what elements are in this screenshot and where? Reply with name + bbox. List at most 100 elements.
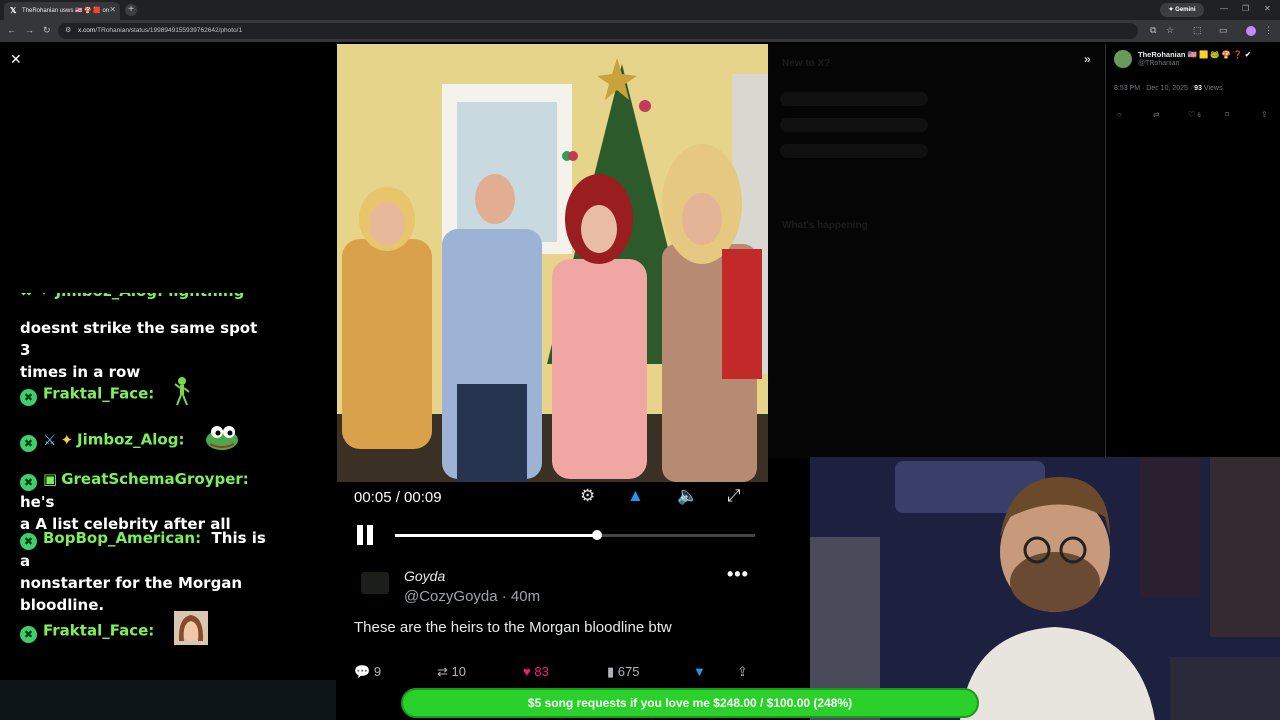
sword-badge-icon: ⚔ [43, 430, 57, 449]
url-host: x.com [78, 27, 96, 34]
post-time[interactable]: 8:53 PM · Dec 10, 2025 · [1114, 85, 1194, 92]
forward-icon[interactable]: → [25, 25, 34, 35]
repost-icon: ⇄ [437, 664, 448, 679]
repost-button[interactable]: ⇄ 10 [437, 664, 466, 680]
author-name[interactable]: TheRohanian 🇺🇸 🟨 🐸 🍄 ❓ ✔ [1138, 50, 1251, 59]
x-sidebar-dimmed: New to X? What's happening [768, 44, 1104, 459]
whats-happening-heading: What's happening [782, 220, 868, 231]
post-repost-icon[interactable]: ⇄ [1153, 110, 1160, 119]
chat-input-bar[interactable] [0, 680, 336, 720]
author-handle[interactable]: @TRohanian [1138, 60, 1179, 67]
post-views-count: 93 [1194, 85, 1202, 92]
chat-username: BopBop_American: [43, 529, 202, 547]
gift-badge-icon: ▣ [43, 470, 58, 488]
chat-message: ✖ BopBop_American: This is a nonstarter f… [20, 527, 270, 616]
close-photo-icon[interactable]: ✕ [10, 51, 22, 68]
chat-username: Fraktal_Face: [43, 384, 155, 403]
badge-icon: ✖ [20, 625, 37, 643]
reload-icon[interactable]: ↻ [43, 25, 51, 36]
post-details-pane: TheRohanian 🇺🇸 🟨 🐸 🍄 ❓ ✔ @TRohanian 8:53… [1105, 44, 1280, 459]
chat-message: ✖ Fraktal_Face: [20, 611, 270, 651]
signup-google-button[interactable] [780, 92, 928, 106]
menu-icon[interactable]: ⋮ [1264, 25, 1273, 36]
view-count: 675 [617, 664, 640, 679]
badge-icon: ✖ [20, 533, 37, 550]
cast-icon[interactable]: ⧉ [1150, 25, 1156, 36]
message-text: nonstarter for the Morgan [20, 574, 243, 592]
sidepanel-icon[interactable]: ▭ [1219, 25, 1228, 36]
chat-username: Jimboz_Alog: [77, 430, 185, 449]
badge-icon: ✖ [20, 434, 37, 452]
pepe-frog-emote [204, 424, 240, 456]
chart-icon: ▮ [607, 664, 615, 679]
tweet-display-name[interactable]: Goyda [404, 568, 445, 584]
badge-icon: ✖ [20, 474, 37, 491]
tab-close-icon[interactable]: ✕ [109, 5, 116, 14]
message-text: he's [20, 493, 55, 511]
signup-apple-button[interactable] [780, 118, 928, 132]
address-bar-row: ← → ↻ ⚙ x.com/TRohanian/status/199894915… [0, 20, 1280, 42]
extensions-icon[interactable]: ⬚ [1193, 25, 1202, 36]
site-info-icon[interactable]: ⚙ [65, 26, 71, 34]
new-tab-button[interactable]: + [125, 4, 137, 16]
streamer-webcam [810, 457, 1280, 720]
post-meta: 8:53 PM · Dec 10, 2025 · 93 Views [1114, 85, 1222, 92]
reply-icon: 💬 [354, 664, 371, 679]
post-like-count: 6 [1197, 113, 1201, 119]
face-emote [173, 611, 208, 651]
post-share-icon[interactable]: ⇪ [1261, 110, 1268, 119]
like-count: 83 [534, 664, 549, 679]
badge-icon: ✖ [20, 388, 37, 406]
video-progress-slider[interactable] [395, 530, 755, 540]
author-avatar[interactable] [1114, 50, 1132, 68]
new-to-x-heading: New to X? [782, 58, 831, 69]
cutoff-message: ✖ ✦ Jimboz_Alog: lightning [20, 293, 260, 302]
like-button[interactable]: ♥ 83 [523, 664, 549, 679]
tab-title: TheRohanian usws 🇺🇸 🍄 🟥 on [22, 8, 110, 14]
chat-username: Fraktal_Face: [43, 621, 155, 640]
post-views-label: Views [1201, 85, 1223, 92]
video-time: 00:05 / 00:09 [354, 489, 442, 506]
url-path: /TRohanian/status/1998949155939762642/ph… [95, 27, 243, 34]
browser-tab[interactable]: 𝕏 TheRohanian usws 🇺🇸 🍄 🟥 on ✕ [4, 2, 120, 20]
url-input[interactable]: ⚙ x.com/TRohanian/status/199894915593976… [58, 23, 1138, 39]
gemini-button[interactable]: ✦ Gemini [1160, 3, 1204, 17]
expand-sidebar-icon[interactable]: » [1084, 52, 1091, 66]
chat-username: GreatSchemaGroyper: [61, 470, 249, 488]
stream-chat: ✖ ✦ Jimboz_Alog: lightning doesnt strike… [0, 290, 336, 680]
tweet-photo[interactable] [337, 44, 768, 482]
tweet-avatar[interactable] [361, 572, 389, 594]
bookmark-star-icon[interactable]: ☆ [1166, 25, 1174, 36]
more-options-icon[interactable]: ••• [727, 564, 749, 585]
airplay-icon[interactable]: ▲ [627, 486, 644, 506]
share-icon[interactable]: ⇪ [737, 664, 748, 680]
views-button[interactable]: ▮ 675 [607, 664, 639, 680]
bookmark-icon[interactable]: ▼ [693, 664, 706, 679]
post-like-button[interactable]: ♡ 6 [1188, 110, 1201, 119]
post-reply-icon[interactable]: ○ [1117, 110, 1122, 119]
donation-goal-bar: $5 song requests if you love me $248.00 … [401, 688, 979, 718]
create-account-button[interactable] [780, 144, 928, 158]
minimize-icon[interactable]: — [1220, 4, 1228, 13]
repost-count: 10 [451, 664, 466, 679]
progress-knob[interactable] [591, 530, 602, 540]
back-icon[interactable]: ← [7, 25, 16, 35]
message-text: doesnt strike the same spot 3 [20, 319, 258, 359]
close-window-icon[interactable]: ✕ [1264, 4, 1271, 13]
x-logo-icon: 𝕏 [10, 6, 17, 15]
pause-button[interactable] [357, 525, 377, 550]
profile-avatar[interactable] [1246, 26, 1256, 36]
post-bookmark-icon[interactable]: ⌑ [1225, 110, 1229, 119]
tweet-handle[interactable]: @CozyGoyda · 40m [404, 588, 540, 605]
star-badge-icon: ✦ [60, 430, 74, 449]
volume-icon[interactable]: 🔈 [677, 486, 698, 506]
chat-message: ✖ ⚔ ✦ Jimboz_Alog: [20, 424, 270, 456]
fullscreen-icon[interactable]: ⤢ [727, 486, 741, 506]
video-frame: 00:05 / 00:09 ⚙ ▲ 🔈 ⤢ Goyda @CozyGoyda ·… [337, 44, 768, 689]
settings-gear-icon[interactable]: ⚙ [580, 486, 595, 506]
dancing-alien-emote [173, 376, 190, 412]
restore-icon[interactable]: ❐ [1242, 4, 1249, 13]
chat-message: ✖ ▣ GreatSchemaGroyper: he's a A list cele… [20, 468, 270, 535]
reply-button[interactable]: 💬 9 [354, 664, 381, 680]
chat-message: ✖ Fraktal_Face: [20, 376, 270, 412]
